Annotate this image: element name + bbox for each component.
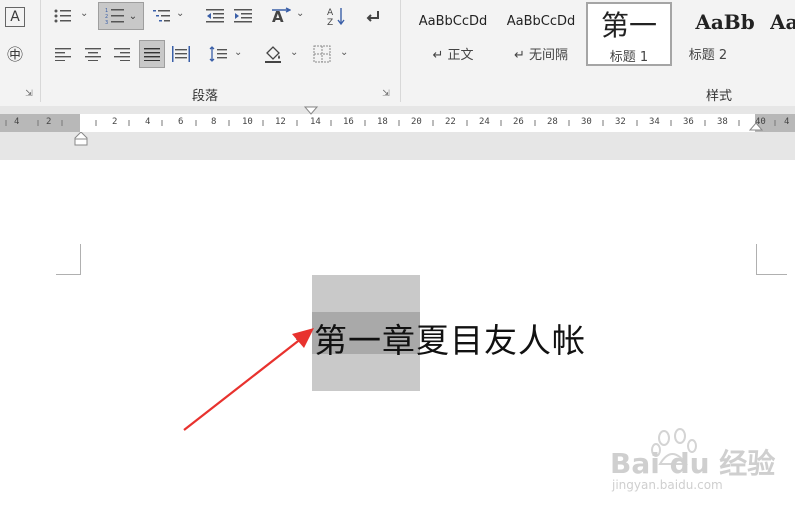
- bullets-dropdown-icon[interactable]: ⌄: [80, 8, 88, 19]
- align-center-icon: [85, 48, 101, 61]
- left-indent-marker-icon[interactable]: [74, 132, 88, 146]
- style-name-label: ↵ 正文: [432, 48, 474, 63]
- horizontal-ruler[interactable]: 4 2 2 4 6 8 10 12 14 16 18 20 22 24 26 2…: [0, 114, 795, 132]
- distributed-button[interactable]: [170, 43, 192, 65]
- distributed-icon: [172, 46, 190, 62]
- borders-icon: [313, 45, 331, 63]
- ruler-ticks: [5, 120, 776, 126]
- svg-text:A: A: [327, 8, 334, 18]
- align-right-icon: [114, 48, 130, 61]
- align-center-button[interactable]: [82, 43, 104, 65]
- document-page[interactable]: 第一章夏目友人帐 Bai du 经验 jingyan.baidu.com: [0, 160, 795, 513]
- style-sample-text: AaBbCcDd: [506, 14, 576, 29]
- first-line-indent-marker-icon[interactable]: [304, 106, 318, 116]
- svg-text:Z: Z: [327, 18, 333, 26]
- numbering-icon: 1 2 3: [105, 8, 124, 25]
- enclose-characters-button[interactable]: ㊥: [3, 42, 27, 64]
- bullets-button[interactable]: [50, 5, 76, 27]
- numbering-button[interactable]: 1 2 3 ⌄: [98, 2, 144, 30]
- style-normal[interactable]: AaBbCcDd ↵ 正文: [410, 2, 496, 66]
- shading-button[interactable]: [260, 42, 286, 66]
- style-name-label: ↵ 无间隔: [513, 48, 569, 63]
- align-left-button[interactable]: [52, 43, 74, 65]
- style-heading-3[interactable]: Aa: [770, 2, 795, 66]
- bullets-icon: [54, 9, 71, 23]
- justify-button[interactable]: [139, 40, 165, 68]
- chinese-layout-button[interactable]: A: [268, 4, 294, 28]
- style-sample-text: Aa: [770, 10, 795, 34]
- line-spacing-icon: [209, 46, 227, 62]
- multilevel-list-icon: [153, 10, 170, 22]
- style-heading-2[interactable]: AaBb 标题 2: [682, 2, 768, 66]
- right-indent-marker-icon[interactable]: [749, 121, 763, 131]
- line-spacing-dropdown-icon[interactable]: ⌄: [234, 47, 242, 58]
- increase-indent-icon: [234, 9, 252, 23]
- style-name-label: 标题 1: [609, 50, 649, 65]
- sort-button[interactable]: A Z: [324, 4, 348, 28]
- ruler-area: 4 2 2 4 6 8 10 12 14 16 18 20 22 24 26 2…: [0, 106, 795, 160]
- watermark-url: jingyan.baidu.com: [612, 478, 723, 492]
- crop-mark-top-left: [56, 244, 81, 275]
- decrease-indent-icon: [206, 9, 224, 23]
- align-right-button[interactable]: [111, 43, 133, 65]
- styles-group-label: 样式: [706, 89, 733, 104]
- svg-text:3: 3: [105, 20, 108, 25]
- paragraph-group-launcher-icon[interactable]: ⇲: [381, 89, 391, 99]
- watermark-logo: Bai du 经验: [610, 447, 776, 480]
- style-sample-text: AaBbCcDd: [418, 14, 488, 29]
- style-heading-1[interactable]: 第一 标题 1: [586, 2, 672, 66]
- font-group-launcher-icon[interactable]: ⇲: [24, 89, 34, 99]
- align-left-icon: [55, 48, 71, 61]
- group-separator: [40, 0, 41, 102]
- paragraph-mark-icon: [366, 11, 379, 22]
- chapter-heading[interactable]: 第一章夏目友人帐: [314, 314, 586, 362]
- ribbon: A ㊥ ⇲ ⌄ 1 2 3 ⌄ ⌄ A ⌄ A Z ⌄ ⌄ ⌄ 段落 ⇲ AaB…: [0, 0, 795, 107]
- style-sample-text: AaBb: [695, 10, 755, 34]
- numbering-dropdown-icon: ⌄: [128, 10, 138, 22]
- borders-button[interactable]: [310, 42, 334, 66]
- increase-indent-button[interactable]: [232, 5, 254, 27]
- multilevel-list-dropdown-icon[interactable]: ⌄: [176, 8, 184, 19]
- justify-icon: [144, 48, 160, 61]
- borders-dropdown-icon[interactable]: ⌄: [340, 47, 348, 58]
- paragraph-group-label: 段落: [192, 89, 219, 104]
- chinese-layout-dropdown-icon[interactable]: ⌄: [296, 8, 304, 19]
- crop-mark-top-right: [756, 244, 787, 275]
- line-spacing-button[interactable]: [206, 43, 230, 65]
- group-separator: [400, 0, 401, 102]
- style-sample-text: 第一: [600, 9, 657, 42]
- chinese-layout-icon: A: [272, 7, 291, 25]
- style-no-spacing[interactable]: AaBbCcDd ↵ 无间隔: [498, 2, 584, 66]
- style-name-label: 标题 2: [688, 48, 728, 63]
- show-marks-button[interactable]: [360, 4, 384, 28]
- multilevel-list-button[interactable]: [150, 5, 174, 27]
- character-shading-button[interactable]: A: [5, 7, 25, 27]
- shading-dropdown-icon[interactable]: ⌄: [290, 47, 298, 58]
- paint-bucket-icon: [265, 46, 281, 63]
- decrease-indent-button[interactable]: [204, 5, 226, 27]
- annotation-arrow-icon: [183, 328, 314, 431]
- sort-icon: A Z: [327, 8, 345, 26]
